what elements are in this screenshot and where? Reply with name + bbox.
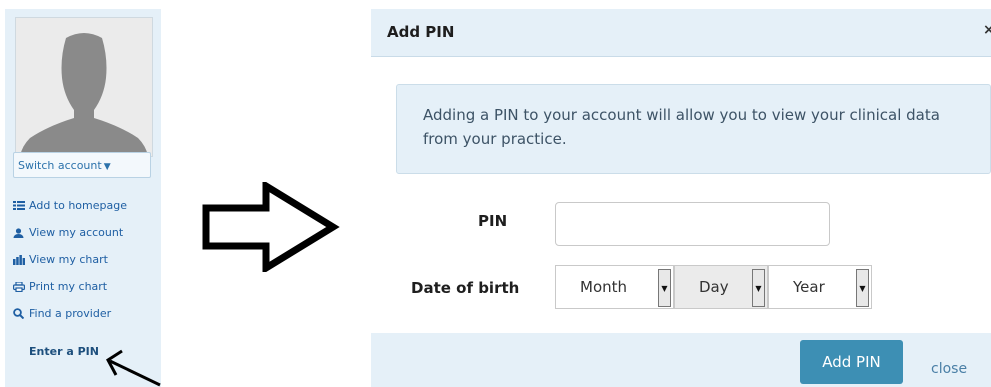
avatar bbox=[15, 17, 153, 157]
month-select[interactable]: Month ▼ bbox=[555, 265, 674, 309]
list-icon bbox=[13, 200, 27, 211]
info-alert: Adding a PIN to your account will allow … bbox=[396, 84, 991, 174]
year-select[interactable]: Year ▼ bbox=[768, 265, 872, 309]
modal-title: Add PIN bbox=[387, 23, 455, 41]
day-select-value: Day bbox=[699, 278, 729, 296]
sidebar-links: Add to homepage View my account View my … bbox=[13, 192, 127, 327]
pointer-arrow-icon bbox=[106, 349, 161, 387]
sidebar-link-print-my-chart[interactable]: Print my chart bbox=[13, 273, 127, 300]
chevron-down-icon: ▼ bbox=[658, 269, 671, 307]
sidebar-link-label: Add to homepage bbox=[29, 199, 127, 212]
caret-down-icon: ▼ bbox=[103, 162, 111, 172]
chevron-down-icon: ▼ bbox=[752, 269, 765, 307]
date-of-birth-label: Date of birth bbox=[411, 279, 520, 297]
sidebar-link-label: View my account bbox=[29, 226, 124, 239]
account-sidebar: Switch account ▼ Add to homepage View my … bbox=[5, 9, 161, 387]
right-arrow-icon bbox=[202, 182, 340, 272]
pin-label: PIN bbox=[478, 212, 508, 230]
add-pin-modal: Add PIN × Adding a PIN to your account w… bbox=[371, 9, 991, 387]
month-select-value: Month bbox=[580, 278, 628, 296]
add-pin-button[interactable]: Add PIN bbox=[800, 340, 903, 384]
modal-footer: Add PIN close bbox=[371, 333, 991, 387]
sidebar-link-label: Print my chart bbox=[29, 280, 108, 293]
sidebar-link-add-to-homepage[interactable]: Add to homepage bbox=[13, 192, 127, 219]
search-icon bbox=[13, 308, 27, 319]
switch-account-button[interactable]: Switch account ▼ bbox=[13, 152, 151, 178]
switch-account-label: Switch account bbox=[18, 159, 102, 172]
sidebar-link-label: View my chart bbox=[29, 253, 108, 266]
chevron-down-icon: ▼ bbox=[856, 269, 869, 307]
chart-icon bbox=[13, 254, 27, 265]
sidebar-link-label: Find a provider bbox=[29, 307, 112, 320]
sidebar-link-find-a-provider[interactable]: Find a provider bbox=[13, 300, 127, 327]
print-icon bbox=[13, 281, 27, 292]
user-icon bbox=[13, 227, 27, 238]
default-avatar-silhouette bbox=[16, 18, 152, 156]
sidebar-link-view-my-chart[interactable]: View my chart bbox=[13, 246, 127, 273]
day-select[interactable]: Day ▼ bbox=[674, 265, 768, 309]
modal-header: Add PIN × bbox=[371, 9, 991, 57]
pin-input[interactable] bbox=[555, 202, 830, 246]
modal-body: Adding a PIN to your account will allow … bbox=[371, 57, 991, 333]
close-icon[interactable]: × bbox=[983, 22, 991, 38]
close-link[interactable]: close bbox=[931, 361, 967, 377]
enter-pin-link[interactable]: Enter a PIN bbox=[29, 345, 99, 358]
sidebar-link-view-my-account[interactable]: View my account bbox=[13, 219, 127, 246]
year-select-value: Year bbox=[793, 278, 825, 296]
